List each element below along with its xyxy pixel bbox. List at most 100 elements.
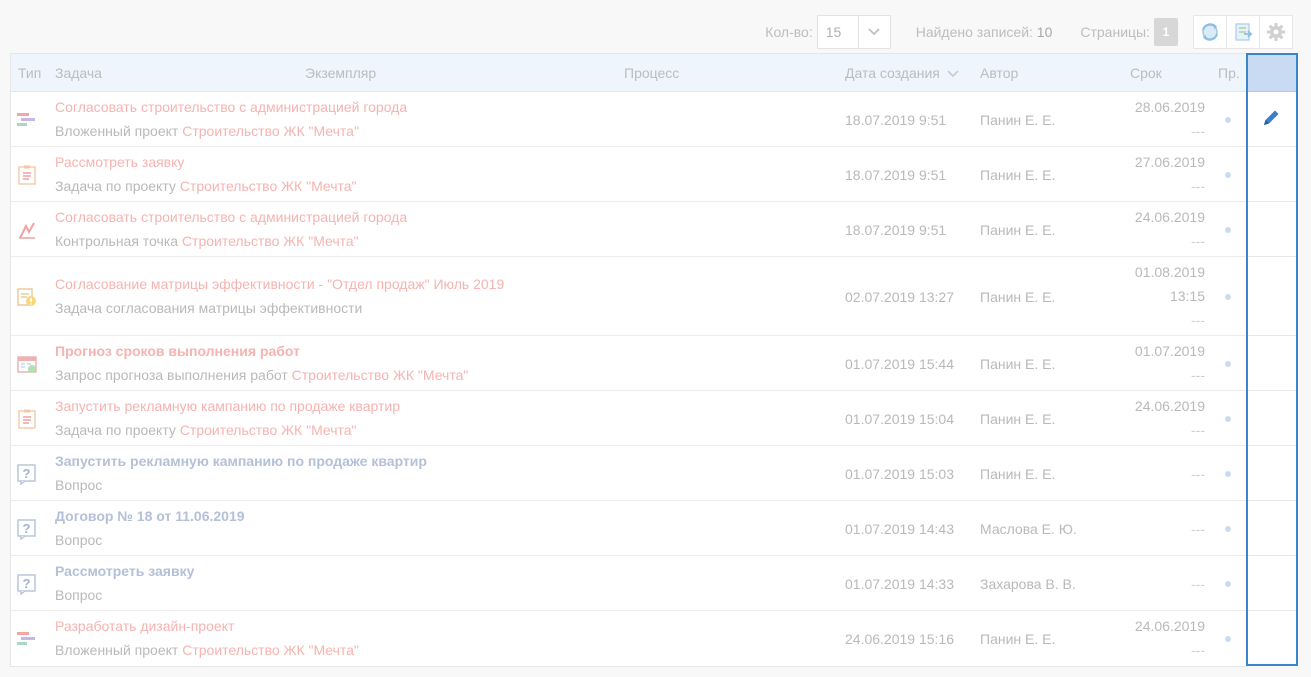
task-title-link[interactable]: Прогноз сроков выполнения работ (55, 343, 300, 359)
forecast-calendar-icon (16, 353, 38, 375)
created-date: 24.06.2019 15:16 (845, 630, 954, 647)
task-title-link[interactable]: Договор № 18 от 11.06.2019 (55, 508, 245, 524)
table-row[interactable]: Согласовать строительство с администраци… (11, 92, 1247, 147)
created-date: 01.07.2019 14:43 (845, 520, 954, 537)
due-date: 01.07.2019 --- (1135, 339, 1205, 387)
table-row[interactable]: ? Рассмотреть заявку Вопрос 01.07.2019 14:3… (11, 556, 1247, 611)
list-toolbar: Кол-во: 15 Найдено записей: 10 Страницы:… (765, 15, 1293, 49)
table-header: Тип Задача Экземпляр Процесс Дата создан… (11, 54, 1247, 92)
author-name: Захарова В. В. (980, 575, 1076, 592)
row-action-cell[interactable] (1248, 501, 1296, 556)
found-value: 10 (1036, 24, 1053, 40)
row-action-cell[interactable] (1248, 336, 1296, 391)
table-row[interactable]: Запустить рекламную кампанию по продаже … (11, 391, 1247, 446)
task-title-link[interactable]: Рассмотреть заявку (55, 563, 194, 579)
priority-dot (1225, 525, 1231, 532)
row-action-cell[interactable] (1248, 257, 1296, 336)
task-clipboard-icon (16, 164, 38, 186)
due-date: 28.06.2019 --- (1135, 95, 1205, 143)
project-link[interactable]: Строительство ЖК "Мечта" (180, 178, 357, 194)
task-title-link[interactable]: Согласовать строительство с администраци… (55, 99, 407, 115)
task-title-link[interactable]: Разработать дизайн-проект (55, 618, 234, 634)
tasks-table: Тип Задача Экземпляр Процесс Дата создан… (10, 53, 1248, 667)
settings-button[interactable] (1259, 15, 1293, 49)
table-row[interactable]: Согласовать строительство с администраци… (11, 202, 1247, 257)
table-row[interactable]: Согласование матрицы эффективности - "От… (11, 257, 1247, 336)
row-action-cell[interactable] (1248, 556, 1296, 611)
task-title-link[interactable]: Согласовать строительство с администраци… (55, 209, 407, 225)
col-type[interactable]: Тип (18, 65, 41, 81)
col-priority[interactable]: Пр. (1218, 65, 1240, 81)
author-name: Панин Е. Е. (980, 410, 1056, 427)
project-link[interactable]: Строительство ЖК "Мечта" (182, 642, 359, 658)
due-extra: --- (1191, 422, 1205, 438)
pencil-icon[interactable] (1261, 108, 1281, 128)
due-date-value: --- (1191, 575, 1205, 592)
project-link[interactable]: Строительство ЖК "Мечта" (182, 123, 359, 139)
task-title-link[interactable]: Запустить рекламную кампанию по продаже … (55, 453, 427, 469)
col-instance[interactable]: Экземпляр (305, 65, 376, 81)
created-date: 01.07.2019 14:33 (845, 575, 954, 592)
col-created[interactable]: Дата создания (845, 65, 959, 81)
row-action-cell[interactable] (1248, 446, 1296, 501)
col-due[interactable]: Срок (1130, 65, 1162, 81)
task-title-link[interactable]: Рассмотреть заявку (55, 154, 184, 170)
col-author[interactable]: Автор (980, 65, 1018, 81)
task-type: Вопрос (55, 477, 103, 493)
due-date-value: 28.06.2019 (1134, 99, 1205, 115)
project-link[interactable]: Строительство ЖК "Мечта" (180, 422, 357, 438)
project-link[interactable]: Строительство ЖК "Мечта" (292, 367, 469, 383)
task-title-link[interactable]: Согласование матрицы эффективности - "От… (55, 276, 504, 292)
created-date: 18.07.2019 9:51 (845, 166, 947, 183)
priority-dot (1225, 360, 1231, 367)
question-icon: ? (16, 518, 38, 540)
table-row[interactable]: Прогноз сроков выполнения работ Запрос пр… (11, 336, 1247, 391)
page-size-value: 15 (825, 24, 842, 40)
created-date: 01.07.2019 15:44 (845, 355, 954, 372)
row-action-cell[interactable] (1248, 391, 1296, 446)
task-subtitle: Запрос прогноза выполнения работ Строите… (55, 367, 468, 383)
due-extra: --- (1191, 642, 1205, 658)
row-action-cell[interactable] (1248, 611, 1296, 666)
due-time-value: 13:15 (1169, 288, 1205, 304)
settings-gear-icon (1267, 23, 1285, 41)
refresh-button[interactable] (1193, 15, 1227, 49)
qty-label: Кол-во: (765, 24, 813, 40)
due-date: --- (1191, 572, 1205, 596)
author-name: Панин Е. Е. (980, 630, 1056, 647)
row-action-cell[interactable] (1248, 92, 1296, 147)
task-title-link[interactable]: Запустить рекламную кампанию по продаже … (55, 398, 400, 414)
found-label: Найдено записей: (915, 24, 1033, 40)
col-task[interactable]: Задача (55, 65, 102, 81)
records-found: Найдено записей: 10 (916, 24, 1053, 40)
col-created-label: Дата создания (845, 65, 940, 81)
due-date: 27.06.2019 --- (1135, 150, 1205, 198)
row-action-cell[interactable] (1248, 147, 1296, 202)
created-date: 18.07.2019 9:51 (845, 111, 947, 128)
table-row[interactable]: ? Договор № 18 от 11.06.2019 Вопрос 01.07.2… (11, 501, 1247, 556)
pages-label: Страницы: (1080, 24, 1150, 40)
due-extra: --- (1191, 233, 1205, 249)
task-subtitle: Задача по проекту Строительство ЖК "Мечт… (55, 422, 357, 438)
col-process[interactable]: Процесс (624, 65, 679, 81)
task-subtitle: Вложенный проект Строительство ЖК "Мечта… (55, 642, 359, 658)
export-button[interactable] (1226, 15, 1260, 49)
created-date: 18.07.2019 9:51 (845, 221, 947, 238)
task-clipboard-icon (16, 408, 38, 430)
task-type: Вопрос (55, 587, 103, 603)
table-row[interactable]: Рассмотреть заявку Задача по проекту Стро… (11, 147, 1247, 202)
row-action-cell[interactable] (1248, 202, 1296, 257)
due-extra: --- (1191, 178, 1205, 194)
chevron-down-icon[interactable] (857, 16, 890, 48)
page-size-select[interactable]: 15 (816, 15, 891, 49)
sort-desc-icon (947, 70, 959, 78)
table-row[interactable]: Разработать дизайн-проект Вложенный проек… (11, 611, 1247, 666)
due-date-value: 01.07.2019 (1134, 343, 1205, 359)
table-row[interactable]: ? Запустить рекламную кампанию по продаже… (11, 446, 1247, 501)
project-link[interactable]: Строительство ЖК "Мечта" (182, 233, 359, 249)
task-subtitle: Вопрос (55, 587, 102, 603)
task-type: Контрольная точка (55, 233, 179, 249)
gantt-icon (16, 109, 38, 131)
page-button-1[interactable]: 1 (1154, 18, 1178, 46)
due-extra: --- (1191, 312, 1205, 328)
